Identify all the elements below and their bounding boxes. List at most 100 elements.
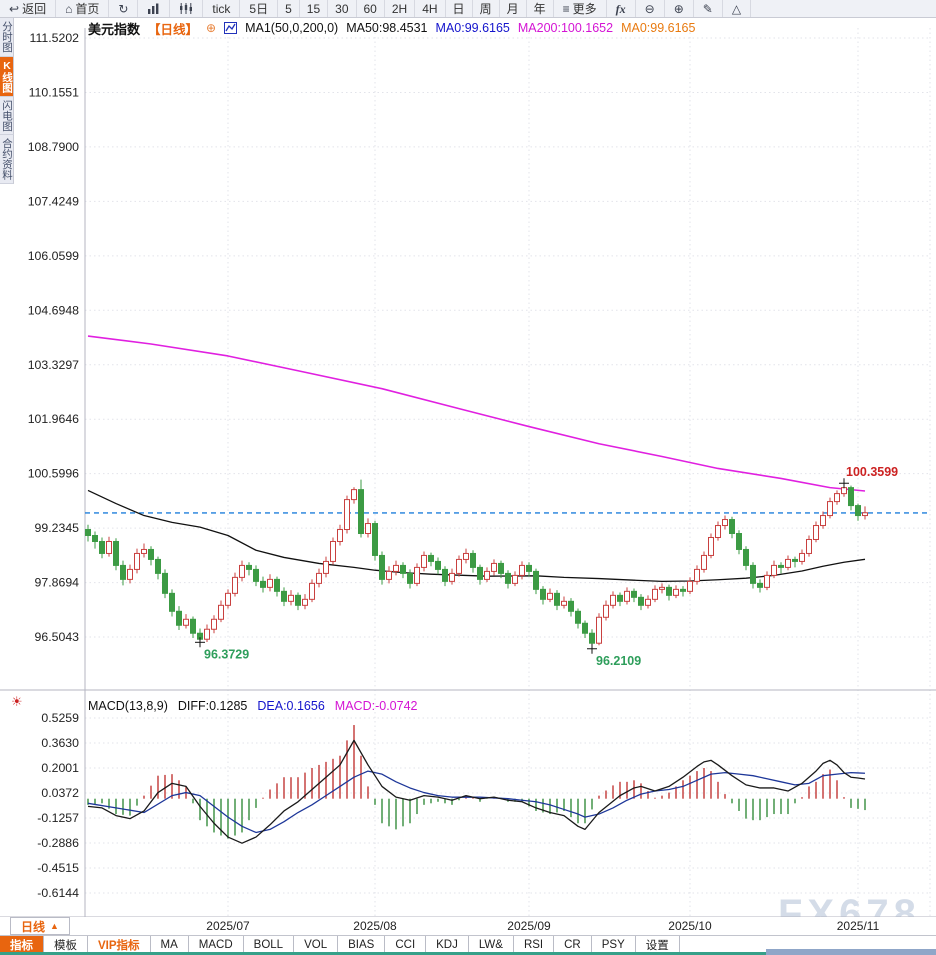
indicator-tab-LW&[interactable]: LW& [469, 936, 514, 953]
side-tab-闪电图[interactable]: 闪电图 [0, 97, 14, 136]
candle [289, 595, 294, 601]
indicator-tab-VIP指标[interactable]: VIP指标 [88, 936, 151, 953]
indicator-tab-CCI[interactable]: CCI [385, 936, 426, 953]
candle [282, 591, 287, 601]
indicator-tab-KDJ[interactable]: KDJ [426, 936, 469, 953]
side-tab-分时图[interactable]: 分时图 [0, 18, 14, 57]
chart-header: 美元指数 【日线】 ⊕ MA1(50,0,200,0) MA50:98.4531… [88, 20, 695, 36]
indicator-tab-PSY[interactable]: PSY [592, 936, 636, 953]
main-y-tick: 108.7900 [28, 140, 79, 154]
main-y-tick: 106.0599 [28, 249, 79, 263]
candle [807, 539, 812, 553]
indicator-tab-模板[interactable]: 模板 [44, 936, 88, 953]
candle [184, 619, 189, 625]
interval-day[interactable]: 日 [446, 0, 473, 17]
candles-chart-button[interactable] [170, 0, 203, 17]
candle [352, 490, 357, 500]
interval-30[interactable]: 30 [328, 0, 356, 17]
period-tag[interactable]: 【日线】 [148, 19, 198, 38]
more-button[interactable]: ≡更多 [554, 0, 607, 17]
candle [632, 591, 637, 597]
candle [709, 537, 714, 555]
candle [261, 581, 266, 587]
price-chart-canvas[interactable]: 111.5202110.1551108.7900107.4249106.0599… [0, 18, 936, 935]
candle [331, 541, 336, 561]
candle [653, 589, 658, 599]
back-button[interactable]: ↩返回 [0, 0, 56, 17]
main-y-tick: 97.8694 [35, 576, 80, 590]
macd-y-tick: -0.2886 [37, 836, 79, 850]
interval-2h-label: 2H [392, 2, 407, 16]
candle [765, 575, 770, 587]
interval-5day[interactable]: 5日 [240, 0, 278, 17]
candle [93, 535, 98, 541]
candle [863, 513, 868, 516]
home-button[interactable]: ⌂首页 [56, 0, 109, 17]
side-tab-K线图[interactable]: K线图 [0, 57, 14, 97]
indicator-tab-指标[interactable]: 指标 [0, 936, 44, 953]
candle [555, 593, 560, 605]
candle [359, 490, 364, 534]
back-button-label: 返回 [22, 0, 46, 17]
main-y-tick: 110.1551 [29, 85, 80, 99]
zoom-in-button[interactable]: ⊕ [665, 0, 694, 17]
interval-15[interactable]: 15 [300, 0, 328, 17]
side-tab-合约资料[interactable]: 合约资料 [0, 135, 14, 184]
indicator-tab-BOLL[interactable]: BOLL [244, 936, 294, 953]
candle [681, 589, 686, 591]
candle [562, 601, 567, 605]
candle [590, 633, 595, 643]
candle [121, 565, 126, 579]
candle [786, 559, 791, 567]
interval-60[interactable]: 60 [357, 0, 385, 17]
main-y-tick: 104.6948 [28, 303, 79, 317]
candles-chart-icon [179, 3, 193, 14]
candle [149, 549, 154, 559]
horizontal-scrollbar[interactable] [766, 949, 936, 955]
candle [527, 565, 532, 571]
add-icon[interactable]: ⊕ [206, 21, 216, 35]
bars-chart-button[interactable] [138, 0, 170, 17]
candle [772, 565, 777, 575]
interval-4h[interactable]: 4H [415, 0, 445, 17]
interval-month[interactable]: 月 [500, 0, 527, 17]
candle [716, 526, 721, 538]
macd-dea-value: DEA:0.1656 [257, 699, 324, 713]
indicator-settings-icon[interactable]: ☀ [11, 694, 23, 710]
candle [611, 595, 616, 605]
indicator-tab-设置[interactable]: 设置 [636, 936, 680, 953]
indicator-tab-VOL[interactable]: VOL [294, 936, 338, 953]
candle [401, 565, 406, 573]
interval-tick[interactable]: tick [203, 0, 240, 17]
candle [835, 494, 840, 502]
dea-line [88, 771, 865, 832]
interval-year[interactable]: 年 [527, 0, 554, 17]
indicator-tab-MACD[interactable]: MACD [189, 936, 244, 953]
candle [471, 553, 476, 567]
candle [366, 524, 371, 534]
formula-button[interactable]: fx [607, 0, 636, 17]
interval-2h[interactable]: 2H [385, 0, 415, 17]
indicator-tab-CR[interactable]: CR [554, 936, 592, 953]
shapes-button[interactable]: △ [723, 0, 751, 17]
interval-5[interactable]: 5 [278, 0, 300, 17]
candle [569, 601, 574, 611]
indicator-tab-BIAS[interactable]: BIAS [338, 936, 385, 953]
zoom-out-button[interactable]: ⊖ [636, 0, 665, 17]
candle [688, 581, 693, 591]
candle [86, 530, 91, 536]
chevron-up-icon: ▲ [50, 921, 59, 931]
home-button-label: 首页 [75, 0, 99, 17]
period-selector-button[interactable]: 日线 ▲ [10, 917, 70, 935]
candle [779, 565, 784, 567]
main-y-tick: 101.9646 [28, 412, 79, 426]
interval-tick-label: tick [212, 2, 230, 16]
candle [415, 567, 420, 583]
indicator-tab-MA[interactable]: MA [151, 936, 189, 953]
indicator-tab-RSI[interactable]: RSI [514, 936, 554, 953]
refresh-button[interactable]: ↻ [109, 0, 138, 17]
interval-week[interactable]: 周 [473, 0, 500, 17]
draw-button[interactable]: ✎ [694, 0, 723, 17]
candle [450, 573, 455, 581]
line-chart-icon[interactable] [224, 22, 237, 34]
